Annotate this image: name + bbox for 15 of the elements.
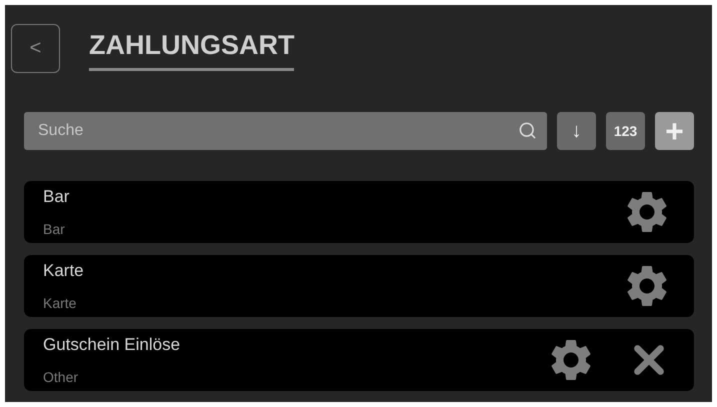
payment-type: Karte (43, 295, 78, 311)
payment-type: Bar (43, 221, 66, 237)
payment-name: Gutschein Einlöse (43, 335, 182, 355)
payment-type: Other (43, 369, 80, 385)
page-title: ZAHLUNGSART (89, 24, 294, 71)
back-button[interactable]: < (11, 24, 60, 73)
sort-button[interactable]: ↓ (557, 112, 596, 150)
search-icon (518, 121, 537, 140)
payment-name: Karte (43, 261, 85, 281)
payment-row[interactable]: Bar Bar (24, 181, 694, 243)
payment-row[interactable]: Karte Karte (24, 255, 694, 317)
payment-name: Bar (43, 187, 70, 207)
number-button[interactable]: 123 (606, 112, 645, 150)
payment-row[interactable]: Gutschein Einlöse Other (24, 329, 694, 391)
search-field[interactable]: Suche (24, 112, 547, 150)
